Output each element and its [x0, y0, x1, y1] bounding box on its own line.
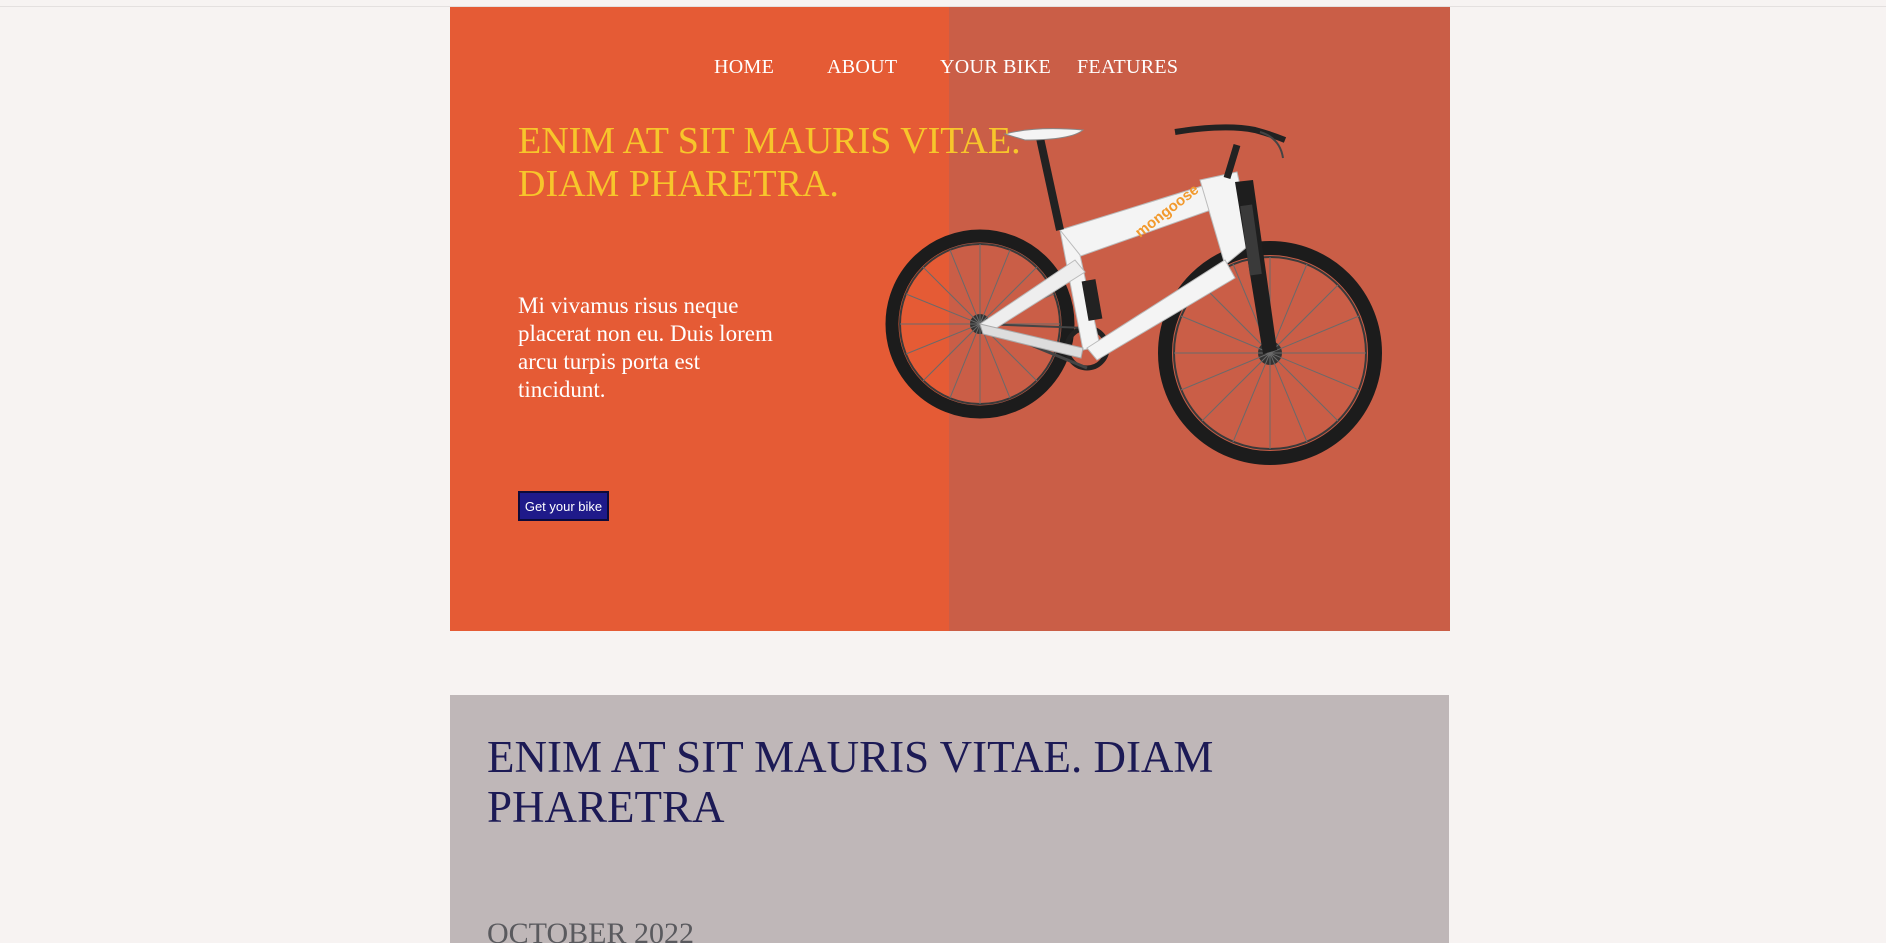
front-fork — [1235, 180, 1277, 354]
article-section: ENIM AT SIT MAURIS VITAE. DIAM PHARETRA … — [450, 695, 1449, 943]
nav-your-bike-link[interactable]: YOUR BIKE — [940, 56, 1051, 79]
handlebar — [1174, 124, 1287, 180]
top-edge-line — [0, 0, 1886, 7]
get-your-bike-button[interactable]: Get your bike — [518, 491, 609, 521]
article-title: ENIM AT SIT MAURIS VITAE. DIAM PHARETRA — [487, 732, 1214, 832]
hero-section: HOME ABOUT YOUR BIKE FEATURES mongoose E… — [450, 7, 1450, 631]
main-nav: HOME ABOUT YOUR BIKE FEATURES — [450, 56, 1450, 86]
hero-description: Mi vivamus risus neque placerat non eu. … — [518, 293, 773, 402]
nav-home-link[interactable]: HOME — [714, 56, 774, 79]
nav-features-link[interactable]: FEATURES — [1077, 56, 1178, 79]
nav-about-link[interactable]: ABOUT — [827, 56, 897, 79]
hero-title: ENIM AT SIT MAURIS VITAE. DIAM PHARETRA. — [518, 120, 1021, 205]
article-date: OCTOBER 2022 — [487, 917, 694, 943]
